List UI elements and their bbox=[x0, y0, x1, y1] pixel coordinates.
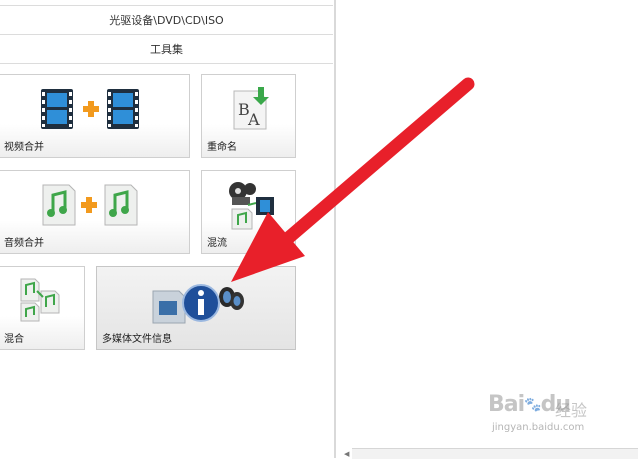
mux-icon bbox=[229, 182, 274, 230]
watermark-url: jingyan.baidu.com bbox=[492, 422, 585, 433]
watermark-text: 经验 bbox=[555, 401, 588, 420]
media-info-icon bbox=[152, 284, 244, 324]
tool-label: 重命名 bbox=[207, 142, 237, 153]
rename-icon: B A bbox=[233, 87, 269, 130]
baidu-watermark: Bai🐾du 经验 jingyan.baidu.com bbox=[488, 392, 608, 442]
right-panel bbox=[336, 0, 638, 458]
scroll-left-icon[interactable]: ◀ bbox=[344, 450, 349, 458]
category-tools[interactable]: 工具集 bbox=[0, 35, 333, 64]
tool-rename[interactable]: B A 重命名 bbox=[201, 74, 296, 158]
video-merge-icon bbox=[41, 89, 139, 129]
tool-label: 视频合并 bbox=[4, 142, 44, 153]
tool-label: 混流 bbox=[207, 238, 227, 249]
tool-mix[interactable]: 混合 bbox=[0, 266, 85, 350]
category-optical-devices[interactable]: 光驱设备\DVD\CD\ISO bbox=[0, 5, 333, 35]
tool-video-merge[interactable]: 视频合并 bbox=[0, 74, 190, 158]
horizontal-scrollbar[interactable] bbox=[352, 448, 638, 459]
tool-mux[interactable]: 混流 bbox=[201, 170, 296, 254]
tool-label: 混合 bbox=[4, 334, 24, 345]
mix-icon bbox=[20, 278, 60, 322]
tool-label: 多媒体文件信息 bbox=[102, 334, 172, 345]
toolbox-panel: 光驱设备\DVD\CD\ISO 工具集 视频合并 B A 重命名 音频合并 混流… bbox=[0, 0, 334, 458]
tool-audio-merge[interactable]: 音频合并 bbox=[0, 170, 190, 254]
tool-media-info[interactable]: 多媒体文件信息 bbox=[96, 266, 296, 350]
audio-merge-icon bbox=[42, 184, 138, 226]
tool-label: 音频合并 bbox=[4, 238, 44, 249]
svg-text:A: A bbox=[247, 110, 260, 129]
